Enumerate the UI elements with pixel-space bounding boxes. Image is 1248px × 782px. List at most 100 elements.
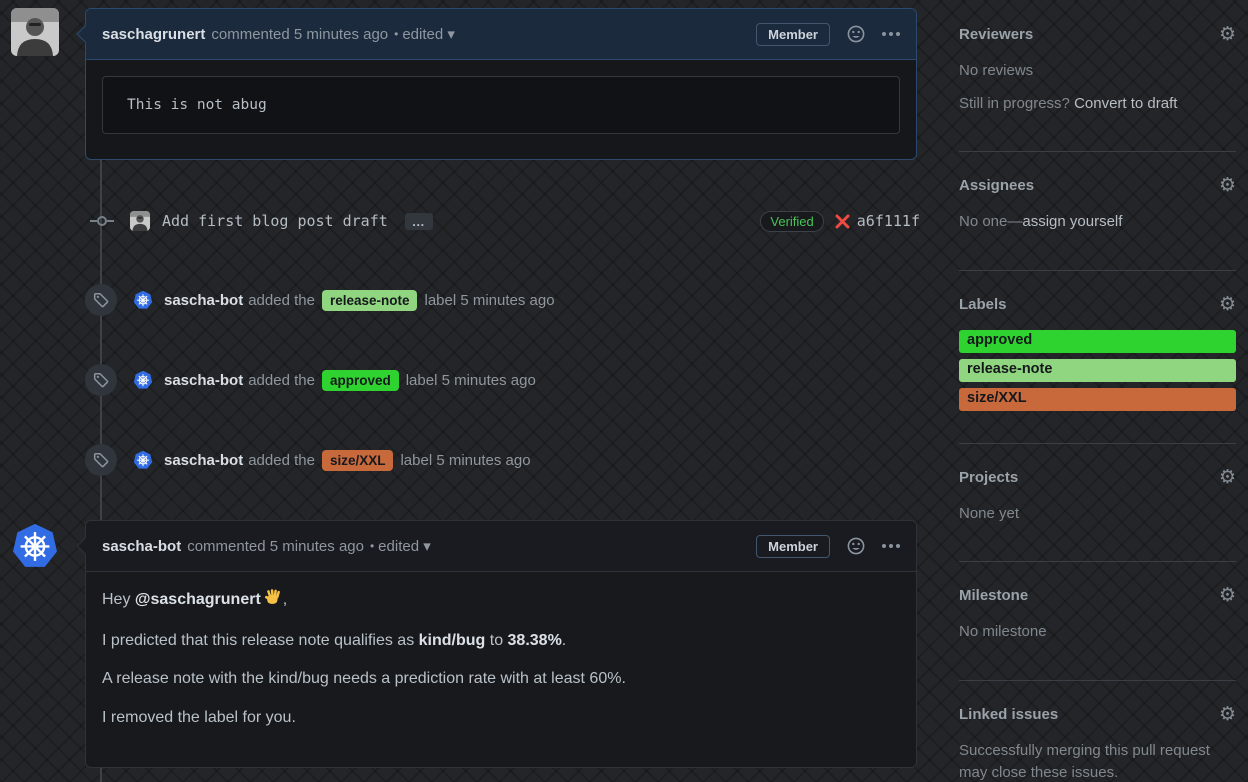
bot-avatar[interactable] bbox=[133, 450, 153, 470]
gear-icon[interactable]: ⚙ bbox=[1219, 704, 1236, 724]
assignees-title: Assignees bbox=[959, 177, 1035, 194]
event-icon-circle bbox=[85, 284, 117, 316]
verified-badge[interactable]: Verified bbox=[760, 210, 824, 232]
bold-text: kind/bug bbox=[418, 632, 486, 650]
tag-icon bbox=[93, 372, 109, 388]
sidebar-section-milestone: Milestone ⚙ No milestone bbox=[959, 562, 1236, 681]
projects-title: Projects bbox=[959, 468, 1019, 486]
edited-dropdown[interactable]: edited ▾ bbox=[402, 25, 455, 43]
comment-author-link[interactable]: saschagrunert bbox=[102, 26, 205, 43]
edited-dropdown[interactable]: edited ▾ bbox=[378, 537, 431, 555]
gear-icon[interactable]: ⚙ bbox=[1219, 176, 1236, 195]
milestone-title: Milestone bbox=[959, 587, 1029, 604]
tag-icon bbox=[93, 452, 109, 468]
label-pill[interactable]: approved bbox=[321, 369, 399, 391]
sidebar-section-projects: Projects ⚙ None yet bbox=[959, 444, 1236, 562]
label-pill[interactable]: size/XXL bbox=[321, 449, 394, 471]
sidebar-label-approved[interactable]: approved bbox=[959, 329, 1236, 353]
linked-issues-title: Linked issues bbox=[959, 705, 1059, 723]
sidebar: Reviewers ⚙ No reviews Still in progress… bbox=[959, 0, 1236, 782]
commit-sha-link[interactable]: a6f111f bbox=[857, 212, 920, 230]
convert-to-draft-link[interactable]: Convert to draft bbox=[1074, 95, 1177, 112]
wave-emoji-icon bbox=[264, 588, 283, 614]
event-time-text: label 5 minutes ago bbox=[400, 451, 531, 469]
sidebar-section-reviewers: Reviewers ⚙ No reviews Still in progress… bbox=[959, 0, 1236, 152]
gear-icon[interactable]: ⚙ bbox=[1219, 467, 1236, 487]
timeline-event-label-added: sascha-bot added the approved label 5 mi… bbox=[85, 364, 920, 396]
labels-title: Labels bbox=[959, 295, 1007, 313]
avatar-saschagrunert[interactable] bbox=[11, 8, 59, 56]
smiley-icon bbox=[847, 25, 865, 43]
milestone-empty-text: No milestone bbox=[959, 623, 1047, 640]
comment-paragraph: I predicted that this release note quali… bbox=[102, 632, 567, 650]
add-reaction-button[interactable] bbox=[847, 537, 865, 555]
comment-paragraph: A release note with the kind/bug needs a… bbox=[102, 670, 626, 688]
comment-header: saschagrunert commented 5 minutes ago • … bbox=[76, 9, 916, 60]
comment-caret bbox=[76, 25, 94, 43]
comment-body: Hey @saschagrunert, I predicted that thi… bbox=[86, 572, 916, 760]
gear-icon[interactable]: ⚙ bbox=[1219, 294, 1236, 314]
person-avatar-image bbox=[130, 211, 150, 231]
event-actor-link[interactable]: sascha-bot bbox=[164, 452, 243, 469]
gear-icon[interactable]: ⚙ bbox=[1219, 586, 1236, 605]
commit-expander-button[interactable]: … bbox=[404, 212, 433, 230]
assign-yourself-link[interactable]: assign yourself bbox=[1022, 213, 1122, 230]
comment-caret bbox=[76, 537, 94, 555]
member-badge: Member bbox=[756, 22, 830, 46]
linked-issues-desc: Successfully merging this pull request m… bbox=[959, 741, 1210, 782]
sidebar-section-linked-issues: Linked issues ⚙ Successfully merging thi… bbox=[959, 681, 1236, 782]
dot-separator: • bbox=[369, 539, 375, 553]
sidebar-section-assignees: Assignees ⚙ No one—assign yourself bbox=[959, 152, 1236, 271]
comment-author-link[interactable]: sascha-bot bbox=[102, 538, 181, 555]
code-block: This is not abug bbox=[102, 76, 900, 134]
label-pill[interactable]: release-note bbox=[321, 289, 418, 311]
add-reaction-button[interactable] bbox=[847, 25, 865, 43]
comment-body: This is not abug bbox=[86, 60, 916, 150]
event-icon-circle bbox=[85, 364, 117, 396]
member-badge: Member bbox=[756, 534, 830, 558]
event-icon-circle bbox=[85, 444, 117, 476]
comment-header: sascha-bot commented 5 minutes ago • edi… bbox=[76, 521, 916, 572]
comment-timestamp[interactable]: commented 5 minutes ago bbox=[211, 26, 388, 43]
reviewers-empty-text: No reviews bbox=[959, 62, 1034, 79]
comment-paragraph: Hey @saschagrunert, bbox=[102, 588, 900, 614]
comment-saschagrunert: saschagrunert commented 5 minutes ago • … bbox=[76, 8, 917, 160]
event-text: added the bbox=[248, 451, 315, 469]
bold-text: 38.38% bbox=[507, 632, 562, 650]
tag-icon bbox=[93, 292, 109, 308]
comment-sascha-bot: sascha-bot commented 5 minutes ago • edi… bbox=[76, 520, 917, 768]
commit-author-avatar[interactable] bbox=[130, 211, 150, 231]
sidebar-label-size-xxl[interactable]: size/XXL bbox=[959, 387, 1236, 411]
kubernetes-logo-icon bbox=[13, 523, 57, 567]
status-failed-x-icon[interactable] bbox=[835, 214, 850, 229]
comment-timestamp[interactable]: commented 5 minutes ago bbox=[187, 538, 364, 555]
event-actor-link[interactable]: sascha-bot bbox=[164, 292, 243, 309]
commit-message-link[interactable]: Add first blog post draft bbox=[162, 212, 388, 230]
person-avatar-image bbox=[11, 8, 59, 56]
assignees-empty-text: No one—assign yourself bbox=[959, 213, 1123, 230]
commit-row: Add first blog post draft … Verified a6f… bbox=[85, 206, 920, 236]
avatar-sascha-bot[interactable] bbox=[11, 522, 59, 570]
gear-icon[interactable]: ⚙ bbox=[1219, 25, 1236, 44]
projects-empty-text: None yet bbox=[959, 504, 1020, 522]
event-time-text: label 5 minutes ago bbox=[424, 291, 555, 309]
reviewers-title: Reviewers bbox=[959, 26, 1034, 43]
dot-separator: • bbox=[394, 27, 399, 41]
event-text: added the bbox=[248, 291, 315, 309]
comment-paragraph: I removed the label for you. bbox=[102, 708, 296, 726]
timeline-event-label-added: sascha-bot added the size/XXL label 5 mi… bbox=[85, 444, 920, 476]
git-commit-icon bbox=[85, 213, 119, 229]
bot-avatar[interactable] bbox=[133, 290, 153, 310]
bot-avatar[interactable] bbox=[133, 370, 153, 390]
kebab-icon bbox=[889, 32, 893, 36]
kebab-icon bbox=[889, 544, 893, 548]
timeline-event-label-added: sascha-bot added the release-note label … bbox=[85, 284, 920, 316]
sidebar-label-release-note[interactable]: release-note bbox=[959, 358, 1236, 382]
mention-link[interactable]: @saschagrunert bbox=[135, 591, 261, 608]
smiley-icon bbox=[847, 537, 865, 555]
draft-hint: Still in progress? Convert to draft bbox=[959, 94, 1178, 112]
comment-options-button[interactable] bbox=[882, 544, 900, 548]
comment-options-button[interactable] bbox=[882, 32, 900, 36]
event-time-text: label 5 minutes ago bbox=[405, 371, 536, 389]
event-actor-link[interactable]: sascha-bot bbox=[164, 372, 243, 389]
